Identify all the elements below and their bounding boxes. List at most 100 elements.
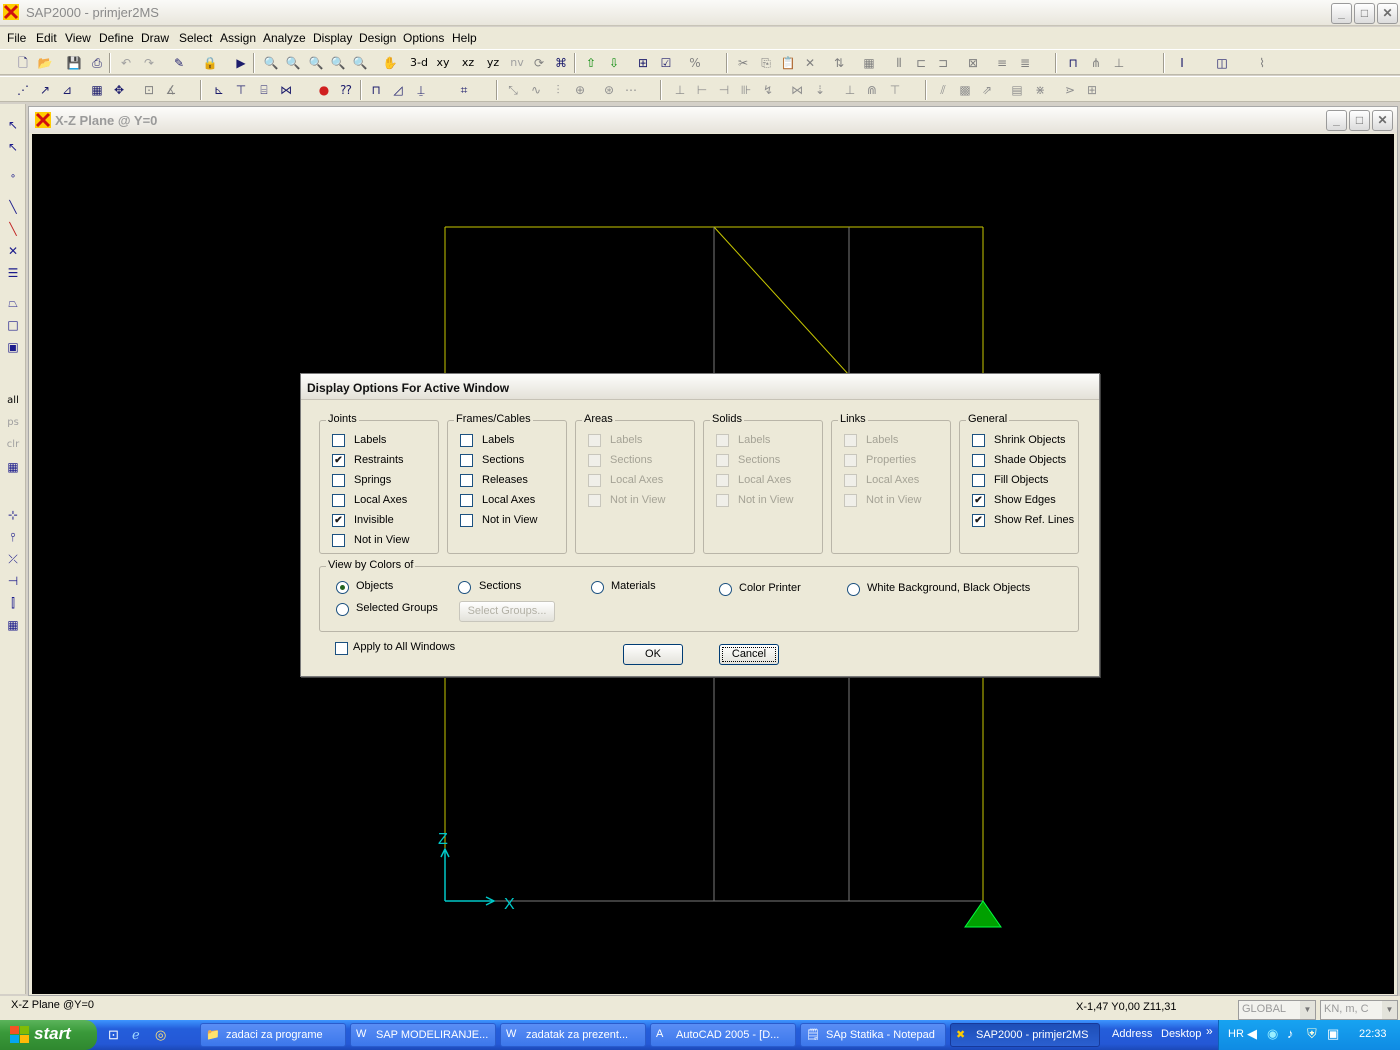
print-icon[interactable]: ⎙ [88, 54, 106, 72]
zoom-window-icon[interactable]: 🔍 [262, 54, 280, 72]
snap-intersections-icon[interactable]: ⊿ [58, 81, 76, 99]
show-desktop-icon[interactable]: ⊡ [108, 1027, 119, 1043]
snap-lines-icon[interactable]: ∡ [162, 81, 180, 99]
delete-icon[interactable]: ✕ [801, 54, 819, 72]
display-icon[interactable]: ▣ [1327, 1026, 1339, 1042]
checkbox[interactable] [460, 434, 473, 447]
object-shrink-icon[interactable]: ⊞ [634, 54, 652, 72]
area-section-icon[interactable]: ◫ [1213, 54, 1231, 72]
quick-draw-secondary-icon[interactable]: ☰ [4, 264, 22, 282]
frame-join-icon[interactable]: ⊏ [912, 54, 930, 72]
assign-area-icon[interactable]: ⊣ [715, 81, 733, 99]
menu-analyze[interactable]: Analyze [263, 31, 306, 45]
draw-rect-area-icon[interactable]: □ [4, 316, 22, 334]
draw-area-icon[interactable]: ⊛ [600, 81, 618, 99]
task-button-active[interactable]: ✖ SAP2000 - primjer2MS [950, 1023, 1100, 1047]
menu-draw[interactable]: Draw [141, 31, 169, 45]
save-icon[interactable]: 💾 [65, 54, 83, 72]
menu-select[interactable]: Select [179, 31, 212, 45]
task-button[interactable]: 📁 zadaci za programe [200, 1023, 346, 1047]
snap-move-icon[interactable]: ✥ [110, 81, 128, 99]
stress-icon[interactable]: ◿ [389, 81, 407, 99]
assign-frame-icon[interactable]: ⊢ [693, 81, 711, 99]
snap-to-intersections-icon[interactable]: ⤫ [4, 550, 22, 568]
checkbox[interactable] [460, 514, 473, 527]
checkbox[interactable] [972, 454, 985, 467]
assign-mass-icon[interactable]: ⊤ [886, 81, 904, 99]
language-indicator[interactable]: HR [1228, 1028, 1244, 1040]
quick-draw-braces-icon[interactable]: ✕ [4, 242, 22, 260]
minimize-button[interactable]: _ [1331, 3, 1352, 24]
checkbox[interactable] [332, 494, 345, 507]
snap-ends-icon[interactable]: ↗ [36, 81, 54, 99]
draw-frame-icon[interactable]: ⤡ [504, 81, 522, 99]
set-display-icon[interactable]: ☑ [657, 54, 675, 72]
show-virtual-work-icon[interactable]: ● [315, 81, 333, 99]
task-button[interactable]: A AutoCAD 2005 - [D... [650, 1023, 796, 1047]
checkbox[interactable]: ✔ [332, 514, 345, 527]
generalized-displacement-icon[interactable]: ⋗ [1061, 81, 1079, 99]
radio-sections[interactable] [458, 581, 471, 594]
menu-view[interactable]: View [65, 31, 91, 45]
checkbox[interactable] [460, 474, 473, 487]
security-icon[interactable]: ⛨ [1307, 1026, 1317, 1042]
checkbox[interactable] [460, 454, 473, 467]
internet-explorer-icon[interactable]: ℯ [132, 1027, 140, 1043]
select-all-icon[interactable]: all [4, 392, 22, 410]
chevron-right-icon[interactable]: » [1206, 1024, 1213, 1038]
section-cut-icon[interactable]: ⋇ [1031, 81, 1049, 99]
checkbox[interactable] [332, 474, 345, 487]
assign-support-icon[interactable]: ⊥ [841, 81, 859, 99]
open-folder-icon[interactable]: 📂 [36, 54, 54, 72]
desktop-toolbar-label[interactable]: Desktop [1161, 1028, 1201, 1040]
view-nv-button[interactable]: nv [508, 54, 526, 72]
undo-icon[interactable]: ↶ [117, 54, 135, 72]
move-up-icon[interactable]: ⇧ [582, 54, 600, 72]
assign-spring-icon[interactable]: ⋒ [863, 81, 881, 99]
view-yz-button[interactable]: yz [484, 54, 502, 72]
draw-cable-icon[interactable]: ∿ [527, 81, 545, 99]
temperature-load-icon[interactable]: ⇗ [978, 81, 996, 99]
zoom-restore-icon[interactable]: 🔍 [307, 54, 325, 72]
area-load-icon[interactable]: ▩ [956, 81, 974, 99]
assign-tendon-icon[interactable]: ↯ [759, 81, 777, 99]
apply-to-all-windows-checkbox[interactable] [335, 642, 348, 655]
frame-load-icon[interactable]: ⫽ [934, 81, 952, 99]
checkbox[interactable] [972, 474, 985, 487]
units-select[interactable]: KN, m, C ▼ [1320, 1000, 1398, 1020]
checkbox[interactable] [332, 434, 345, 447]
draw-frame-line-icon[interactable]: ╲ [4, 198, 22, 216]
frame-divide-icon[interactable]: ⫴ [890, 54, 908, 72]
redo-icon[interactable]: ↷ [140, 54, 158, 72]
draw-joint-icon[interactable]: ⊕ [571, 81, 589, 99]
show-forces-icon[interactable]: ⋈ [277, 81, 295, 99]
get-previous-selection-icon[interactable]: ps [4, 414, 22, 432]
menu-help[interactable]: Help [452, 31, 477, 45]
select-groups-button[interactable]: Select Groups... [459, 601, 555, 622]
assign-link-icon[interactable]: ⋈ [788, 81, 806, 99]
radio-objects[interactable] [336, 581, 349, 594]
group-icon[interactable]: ▤ [1008, 81, 1026, 99]
new-file-icon[interactable]: 🗋 [14, 54, 32, 72]
radio-selected-groups[interactable] [336, 603, 349, 616]
checkbox[interactable] [332, 534, 345, 547]
show-energy-icon[interactable]: ⁇ [337, 81, 355, 99]
task-button[interactable]: W SAP MODELIRANJE... [350, 1023, 496, 1047]
replicate-icon[interactable]: ⇅ [830, 54, 848, 72]
snap-to-points-icon[interactable]: ⊹ [4, 506, 22, 524]
menu-file[interactable]: File [7, 31, 26, 45]
radio-materials[interactable] [591, 581, 604, 594]
coordinate-system-select[interactable]: GLOBAL ▼ [1238, 1000, 1316, 1020]
rotate-icon[interactable]: ⟳ [530, 54, 548, 72]
pointer-icon[interactable]: ↖ [4, 116, 22, 134]
radio-color-printer[interactable] [719, 583, 732, 596]
show-undeformed-icon[interactable]: ⊾ [210, 81, 228, 99]
snap-to-perpendicular-icon[interactable]: ⊣ [4, 572, 22, 590]
checkbox[interactable]: ✔ [972, 514, 985, 527]
lock-icon[interactable]: 🔒 [201, 54, 219, 72]
assign-load-icon[interactable]: ⇣ [811, 81, 829, 99]
clear-selection-icon[interactable]: clr [4, 436, 22, 454]
network-icon[interactable]: ◉ [1267, 1026, 1278, 1042]
view-xz-button[interactable]: xz [459, 54, 477, 72]
reactions-icon[interactable]: ⍊ [412, 81, 430, 99]
